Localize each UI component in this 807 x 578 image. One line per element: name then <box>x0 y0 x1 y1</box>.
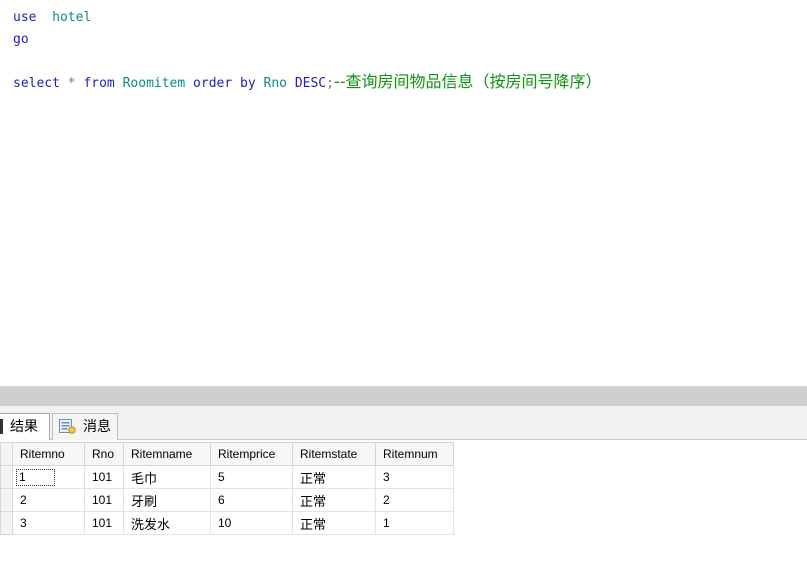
keyword-select: select <box>13 76 60 91</box>
code-line-4[interactable]: select * from Roomitem order by Rno DESC… <box>13 72 602 92</box>
column-header-rno[interactable]: Rno <box>84 442 124 466</box>
semicolon: ; <box>326 76 334 91</box>
cell-ritemnum[interactable]: 1 <box>375 511 454 535</box>
cell-ritemno[interactable]: 3 <box>12 511 85 535</box>
cell-value: 1 <box>16 469 55 486</box>
database-name: hotel <box>52 10 92 25</box>
column-header-ritemno[interactable]: Ritemno <box>12 442 85 466</box>
cell-rno[interactable]: 101 <box>84 488 124 512</box>
row-selector[interactable] <box>0 488 13 512</box>
cell-ritemno[interactable]: 2 <box>12 488 85 512</box>
cell-ritemstate[interactable]: 正常 <box>292 488 376 512</box>
cell-ritemname[interactable]: 牙刷 <box>123 488 211 512</box>
cell-ritemstate[interactable]: 正常 <box>292 511 376 535</box>
cell-ritemprice[interactable]: 6 <box>210 488 293 512</box>
keyword-from: from <box>83 76 115 91</box>
table-row[interactable]: 2 101 牙刷 6 正常 2 <box>0 488 454 512</box>
row-selector[interactable] <box>0 465 13 489</box>
cell-ritemprice[interactable]: 10 <box>210 511 293 535</box>
column-header-ritemstate[interactable]: Ritemstate <box>292 442 376 466</box>
table-row[interactable]: 1 101 毛巾 5 正常 3 <box>0 465 454 489</box>
message-icon <box>59 419 76 434</box>
table-row[interactable]: 3 101 洗发水 10 正常 1 <box>0 511 454 535</box>
table-name: Roomitem <box>122 76 186 91</box>
cell-ritemnum[interactable]: 3 <box>375 465 454 489</box>
keyword-desc: DESC <box>294 76 327 91</box>
cell-ritemno[interactable]: 1 <box>12 465 85 489</box>
keyword-go: go <box>13 32 29 47</box>
star-operator: * <box>67 76 76 91</box>
keyword-order-by: order by <box>193 76 256 91</box>
cell-ritemnum[interactable]: 2 <box>375 488 454 512</box>
grid-corner[interactable] <box>0 442 13 466</box>
column-name: Rno <box>263 76 287 91</box>
results-grid[interactable]: Ritemno Rno Ritemname Ritemprice Ritemst… <box>0 442 454 535</box>
cell-rno[interactable]: 101 <box>84 511 124 535</box>
tab-messages[interactable]: 消息 <box>52 413 118 440</box>
column-header-ritemprice[interactable]: Ritemprice <box>210 442 293 466</box>
grid-header-row: Ritemno Rno Ritemname Ritemprice Ritemst… <box>0 442 454 466</box>
sql-comment: --查询房间物品信息（按房间号降序） <box>333 72 602 91</box>
pane-splitter[interactable] <box>0 386 807 406</box>
tab-messages-label: 消息 <box>83 418 111 434</box>
column-header-ritemname[interactable]: Ritemname <box>123 442 211 466</box>
cell-ritemprice[interactable]: 5 <box>210 465 293 489</box>
query-editor[interactable]: use hotel go select * from Roomitem orde… <box>0 0 807 386</box>
keyword-use: use <box>13 10 37 25</box>
cell-ritemstate[interactable]: 正常 <box>292 465 376 489</box>
results-tab-bar: 结果 消息 <box>0 406 807 440</box>
tab-results[interactable]: 结果 <box>0 413 50 440</box>
results-pane: 结果 消息 Ritemno Rno Ritemname Ritemprice R… <box>0 406 807 578</box>
column-header-ritemnum[interactable]: Ritemnum <box>375 442 454 466</box>
code-line-2[interactable]: go <box>13 30 29 50</box>
cell-rno[interactable]: 101 <box>84 465 124 489</box>
code-line-1[interactable]: use hotel <box>13 8 91 28</box>
row-selector[interactable] <box>0 511 13 535</box>
grid-icon <box>0 419 3 434</box>
cell-ritemname[interactable]: 毛巾 <box>123 465 211 489</box>
cell-ritemname[interactable]: 洗发水 <box>123 511 211 535</box>
tab-results-label: 结果 <box>10 418 38 434</box>
